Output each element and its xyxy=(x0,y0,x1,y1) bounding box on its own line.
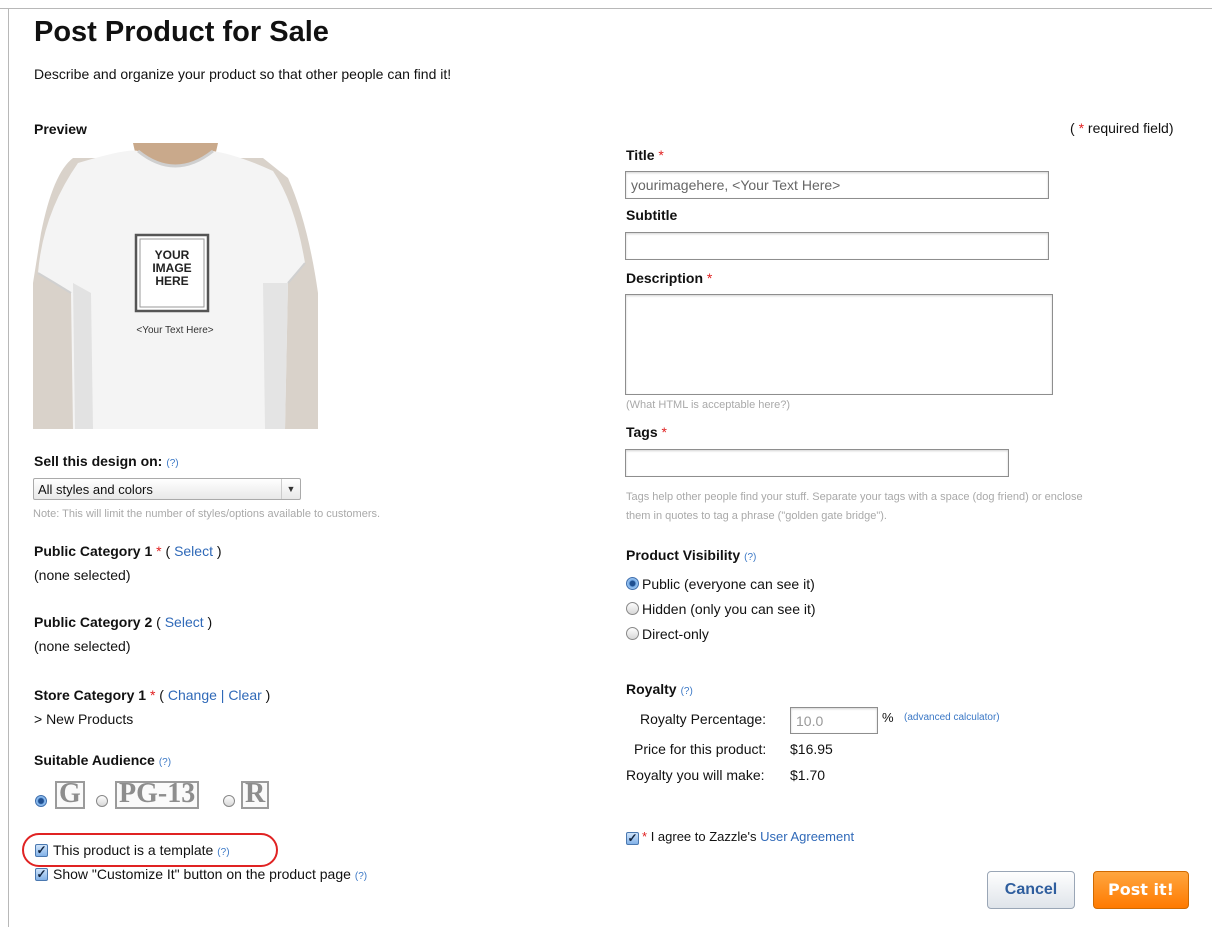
audience-r-rating[interactable]: R xyxy=(241,780,270,809)
description-textarea[interactable] xyxy=(625,294,1053,395)
sell-on-select[interactable]: All styles and colors ▼ xyxy=(33,478,301,500)
audience-r-radio[interactable] xyxy=(223,795,235,807)
tags-label: Tags * xyxy=(626,424,667,440)
template-option-label: This product is a template (?) xyxy=(53,842,230,858)
audience-pg13-radio[interactable] xyxy=(96,795,108,807)
public-category-1-value: (none selected) xyxy=(34,567,131,583)
price-value: $16.95 xyxy=(790,741,833,757)
product-preview-image: YOUR IMAGE HERE <Your Text Here> xyxy=(33,143,318,429)
description-html-hint-link[interactable]: (What HTML is acceptable here?) xyxy=(626,396,790,415)
public-category-2-label: Public Category 2 ( Select ) xyxy=(34,614,213,630)
subtitle-label: Subtitle xyxy=(626,207,678,223)
title-input[interactable] xyxy=(625,171,1049,199)
customize-it-checkbox[interactable]: ✓ xyxy=(35,868,48,881)
public-category-2-value: (none selected) xyxy=(34,638,131,654)
help-link[interactable]: (?) xyxy=(355,871,367,882)
tags-input[interactable] xyxy=(625,449,1009,477)
page-title: Post Product for Sale xyxy=(34,16,329,48)
price-label: Price for this product: xyxy=(634,741,767,757)
audience-pg13-rating[interactable]: PG-13 xyxy=(115,780,200,809)
post-it-button[interactable]: Post it! xyxy=(1093,871,1189,909)
help-link[interactable]: (?) xyxy=(744,552,756,563)
help-link[interactable]: (?) xyxy=(159,757,171,768)
agreement-checkbox[interactable]: ✓ xyxy=(626,832,639,845)
percent-sign: % xyxy=(882,710,894,725)
store-category-label: Store Category 1 * ( Change | Clear ) xyxy=(34,687,271,703)
visibility-hidden-label: Hidden (only you can see it) xyxy=(642,601,816,617)
sell-on-label: Sell this design on: (?) xyxy=(34,453,179,469)
sell-on-selected-value: All styles and colors xyxy=(38,482,153,497)
category-2-select-link[interactable]: Select xyxy=(165,614,204,630)
visibility-hidden-radio[interactable] xyxy=(626,602,639,615)
user-agreement-link[interactable]: User Agreement xyxy=(760,829,854,844)
template-checkbox[interactable]: ✓ xyxy=(35,844,48,857)
visibility-direct-label: Direct-only xyxy=(642,626,709,642)
preview-caption: <Your Text Here> xyxy=(136,325,214,336)
cancel-button[interactable]: Cancel xyxy=(987,871,1075,909)
royalty-earn-value: $1.70 xyxy=(790,767,826,783)
help-link[interactable]: (?) xyxy=(166,458,178,469)
royalty-percentage-input[interactable] xyxy=(790,707,878,734)
window-border-top xyxy=(0,8,1212,9)
visibility-label: Product Visibility (?) xyxy=(626,547,757,563)
sell-on-note: Note: This will limit the number of styl… xyxy=(33,508,381,520)
royalty-earn-label: Royalty you will make: xyxy=(626,767,765,783)
chevron-down-icon: ▼ xyxy=(281,479,300,499)
audience-g-radio[interactable] xyxy=(35,795,47,807)
tags-note: Tags help other people find your stuff. … xyxy=(626,491,1083,522)
advanced-calculator-link[interactable]: (advanced calculator) xyxy=(904,712,1000,723)
store-category-clear-link[interactable]: Clear xyxy=(228,687,261,703)
subtitle-input[interactable] xyxy=(625,232,1049,260)
page-intro: Describe and organize your product so th… xyxy=(34,66,452,82)
public-category-1-label: Public Category 1 * ( Select ) xyxy=(34,543,222,559)
visibility-public-radio[interactable] xyxy=(626,577,639,590)
help-link[interactable]: (?) xyxy=(681,686,693,697)
preview-image-box-text: YOUR IMAGE HERE xyxy=(152,248,192,288)
audience-label: Suitable Audience (?) xyxy=(34,752,172,768)
royalty-label: Royalty (?) xyxy=(626,681,693,697)
royalty-percentage-label: Royalty Percentage: xyxy=(640,711,767,727)
category-1-select-link[interactable]: Select xyxy=(174,543,213,559)
store-category-change-link[interactable]: Change xyxy=(168,687,217,703)
title-label: Title * xyxy=(626,147,664,163)
store-category-value: > New Products xyxy=(34,711,134,727)
preview-label: Preview xyxy=(34,121,87,137)
visibility-public-label: Public (everyone can see it) xyxy=(642,576,815,592)
required-field-note: ( * required field) xyxy=(1070,120,1174,136)
description-label: Description * xyxy=(626,270,713,286)
agreement-label: * I agree to Zazzle's User Agreement xyxy=(642,829,855,844)
visibility-direct-radio[interactable] xyxy=(626,627,639,640)
audience-g-rating[interactable]: G xyxy=(55,780,85,809)
help-link[interactable]: (?) xyxy=(217,847,229,858)
customize-it-option-label: Show "Customize It" button on the produc… xyxy=(53,866,368,882)
window-border-left xyxy=(8,8,9,927)
